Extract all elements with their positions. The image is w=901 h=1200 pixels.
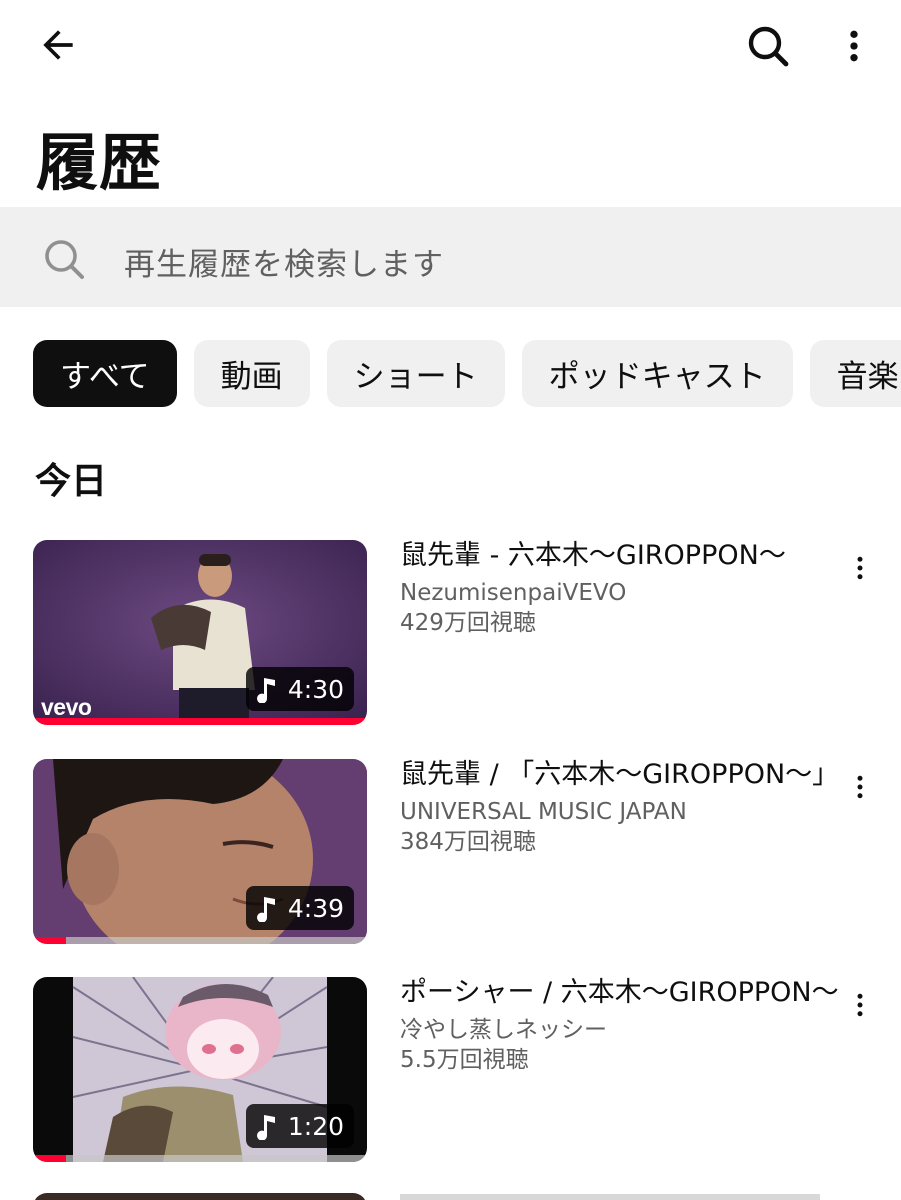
top-app-bar <box>0 0 901 90</box>
more-vert-icon <box>857 993 863 1017</box>
list-item[interactable]: 4:39 鼠先輩 / 「六本木〜GIROPPON〜」 UNIVERSAL MUS… <box>0 759 901 949</box>
duration-badge: 4:30 <box>245 667 354 711</box>
video-thumbnail[interactable]: 1:20 <box>33 977 367 1162</box>
list-item[interactable]: 1:20 ポーシャー / 六本木〜GIROPPON〜 冷やし蒸しネッシー 5.5… <box>0 977 901 1167</box>
item-menu-button[interactable] <box>840 548 880 588</box>
video-title[interactable]: 鼠先輩 / 「六本木〜GIROPPON〜」 <box>400 758 840 791</box>
more-options-button[interactable] <box>830 18 878 74</box>
chip-all[interactable]: すべて <box>33 340 177 407</box>
filter-chips: すべて 動画 ショート ポッドキャスト 音楽 <box>33 340 901 407</box>
watch-progress-fill <box>33 718 367 725</box>
video-meta: 鼠先輩 / 「六本木〜GIROPPON〜」 UNIVERSAL MUSIC JA… <box>400 759 840 857</box>
duration-text: 4:39 <box>287 893 344 923</box>
view-count: 5.5万回視聴 <box>400 1047 529 1073</box>
duration-text: 1:20 <box>287 1111 344 1141</box>
video-thumbnail-partial[interactable] <box>33 1193 367 1200</box>
video-meta: 鼠先輩 - 六本木〜GIROPPON〜 NezumisenpaiVEVO 429… <box>400 540 840 638</box>
watch-progress-fill <box>33 937 67 944</box>
history-search-input[interactable]: 再生履歴を検索します <box>0 207 901 307</box>
more-vert-icon <box>857 775 863 799</box>
arrow-left-icon <box>43 30 73 60</box>
duration-badge: 1:20 <box>245 1104 354 1148</box>
search-button[interactable] <box>740 18 796 74</box>
video-title[interactable]: 鼠先輩 - 六本木〜GIROPPON〜 <box>400 539 840 572</box>
list-item[interactable]: vevo 4:30 鼠先輩 - 六本木〜GIROPPON〜 Nezumisenp… <box>0 540 901 730</box>
view-count: 384万回視聴 <box>400 829 536 855</box>
chip-shorts[interactable]: ショート <box>326 340 505 407</box>
more-vert-icon <box>850 30 858 62</box>
channel-name: NezumisenpaiVEVO <box>400 580 627 606</box>
watch-progress-bar <box>33 1155 367 1162</box>
view-count: 429万回視聴 <box>400 610 536 636</box>
back-button[interactable] <box>30 20 86 70</box>
channel-name: 冷やし蒸しネッシー <box>400 1017 607 1043</box>
search-placeholder: 再生履歴を検索します <box>124 247 444 283</box>
music-note-icon <box>256 1115 275 1140</box>
video-meta: ポーシャー / 六本木〜GIROPPON〜 冷やし蒸しネッシー 5.5万回視聴 <box>400 977 840 1075</box>
chip-podcasts[interactable]: ポッドキャスト <box>521 340 793 407</box>
channel-name: UNIVERSAL MUSIC JAPAN <box>400 799 687 825</box>
video-thumbnail[interactable]: vevo 4:30 <box>33 540 367 725</box>
item-menu-button[interactable] <box>840 985 880 1025</box>
duration-badge: 4:39 <box>245 886 354 930</box>
watch-progress-fill <box>33 1155 67 1162</box>
video-title-partial <box>400 1190 820 1200</box>
music-note-icon <box>256 678 275 703</box>
search-icon <box>45 240 84 279</box>
vevo-badge: vevo <box>41 694 92 720</box>
video-thumbnail[interactable]: 4:39 <box>33 759 367 944</box>
section-title-today: 今日 <box>35 461 108 502</box>
music-note-icon <box>256 897 275 922</box>
duration-text: 4:30 <box>287 674 344 704</box>
page-title: 履歴 <box>36 126 163 199</box>
chip-videos[interactable]: 動画 <box>193 340 310 407</box>
watch-progress-bar <box>33 937 367 944</box>
watch-progress-bar <box>33 718 367 725</box>
video-title[interactable]: ポーシャー / 六本木〜GIROPPON〜 <box>400 976 840 1009</box>
search-icon <box>748 26 789 67</box>
chip-music[interactable]: 音楽 <box>809 340 901 407</box>
item-menu-button[interactable] <box>840 767 880 807</box>
more-vert-icon <box>857 556 863 580</box>
